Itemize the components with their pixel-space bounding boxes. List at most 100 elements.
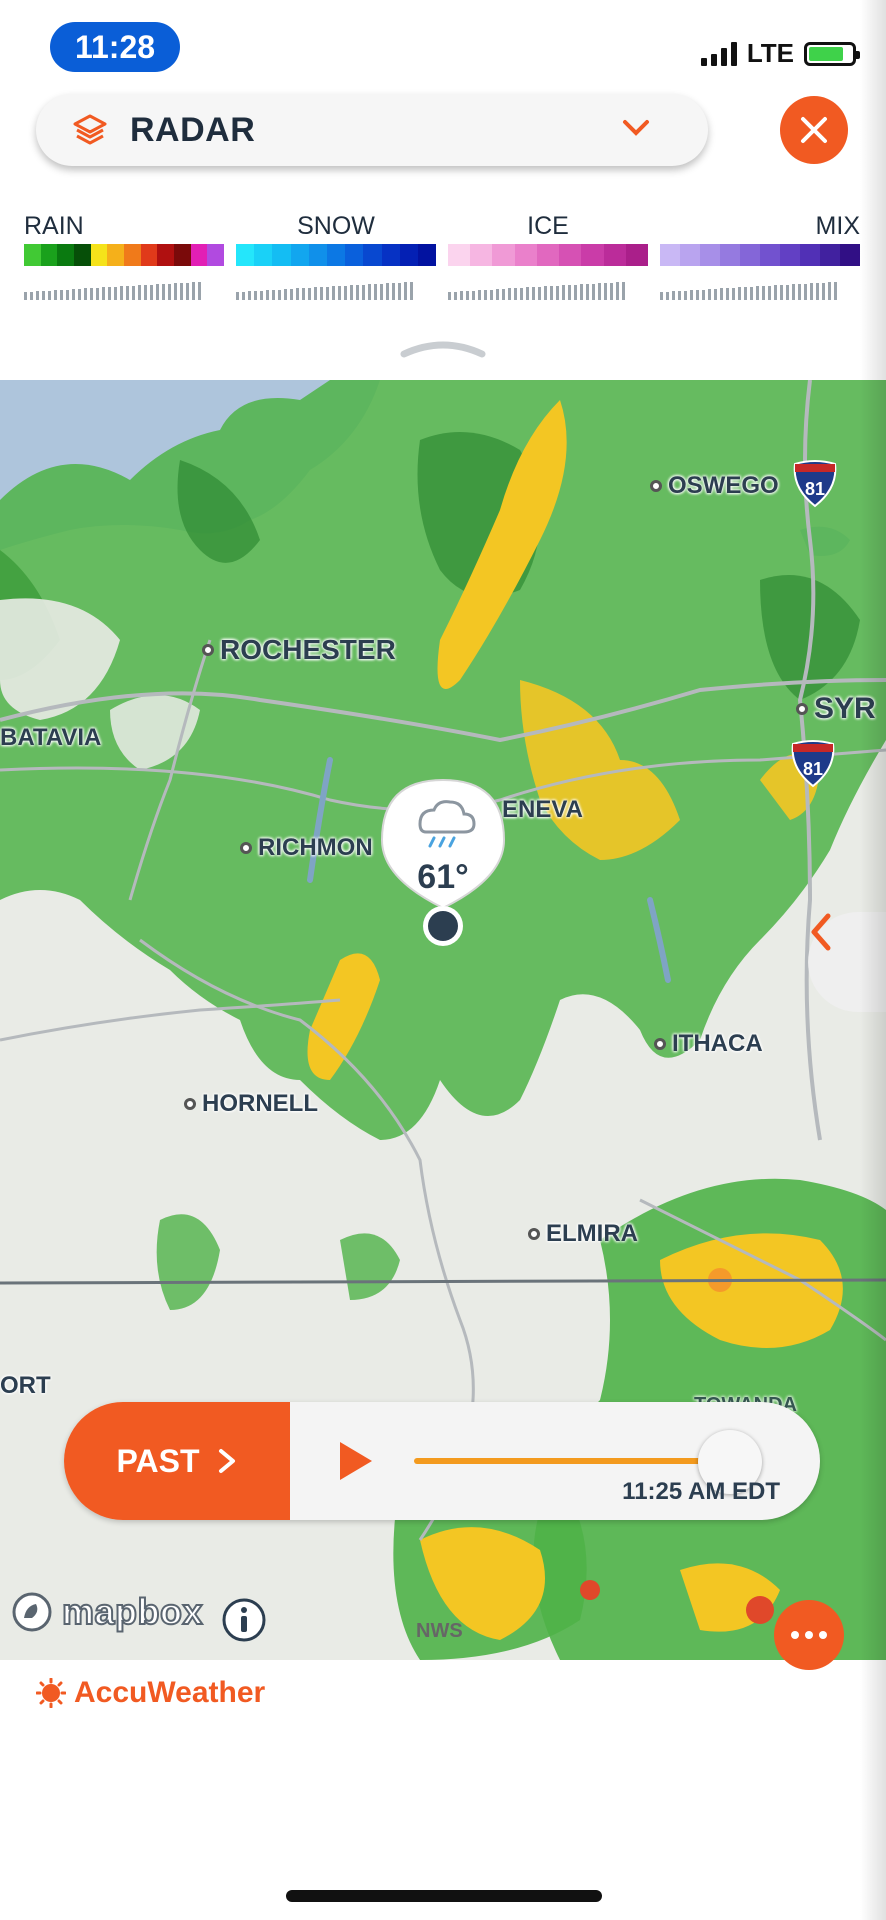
legend-swatch	[660, 244, 680, 266]
legend-swatch	[74, 244, 91, 266]
close-button[interactable]	[780, 96, 848, 164]
legend-tick	[374, 284, 377, 300]
legend-tick	[362, 285, 365, 300]
legend-tick	[562, 285, 565, 300]
status-bar: 11:28 LTE	[0, 0, 886, 90]
legend-tick	[744, 287, 747, 300]
legend-tick	[174, 283, 177, 300]
legend-tick	[66, 290, 69, 300]
home-indicator[interactable]	[286, 1890, 602, 1902]
legend-tick	[126, 286, 129, 300]
legend-tick	[520, 288, 523, 300]
legend-tick	[192, 282, 195, 300]
city-label: BATAVIA	[0, 724, 101, 752]
legend-tick	[490, 290, 493, 300]
legend-tick	[410, 282, 413, 300]
legend-swatch	[308, 244, 327, 266]
accuweather-brand: AccuWeather	[36, 1676, 265, 1710]
city-name: ENEVA	[502, 796, 583, 823]
chevron-down-icon	[623, 120, 649, 136]
mapbox-wordmark: mapbox	[61, 1590, 204, 1633]
city-label: ELMIRA	[528, 1220, 638, 1248]
legend-tick	[48, 291, 51, 300]
legend-tick	[356, 285, 359, 300]
legend-tick	[320, 287, 323, 300]
legend-swatch	[492, 244, 515, 266]
location-pin[interactable]: 61°	[378, 778, 508, 948]
legend-tick	[768, 286, 771, 300]
legend-tick	[798, 284, 801, 300]
legend-tick	[30, 292, 33, 300]
city-label: HORNELL	[184, 1090, 318, 1118]
legend-tick	[368, 284, 371, 300]
legend-tick	[726, 288, 729, 300]
layer-selector[interactable]: RADAR	[36, 94, 708, 166]
legend-tick	[586, 284, 589, 300]
legend-tick	[24, 292, 27, 300]
timeline-bar: PAST 11:25 AM EDT	[64, 1402, 820, 1520]
play-button[interactable]	[334, 1438, 376, 1484]
past-label: PAST	[116, 1442, 200, 1479]
timeline-progress-track[interactable]	[414, 1458, 714, 1464]
city-dot	[184, 1098, 196, 1110]
sun-logo-icon	[36, 1678, 66, 1708]
play-icon	[340, 1442, 372, 1480]
legend-tick	[484, 290, 487, 300]
legend-tick	[302, 288, 305, 300]
legend-tick	[538, 287, 541, 300]
legend-tick	[622, 282, 625, 300]
legend-tick	[260, 291, 263, 300]
legend-tick	[338, 286, 341, 300]
legend-tick	[108, 287, 111, 300]
legend-intensity-ticks	[448, 280, 648, 300]
edge-shadow	[860, 0, 886, 1920]
legend-tick	[198, 282, 201, 300]
legend-tick	[454, 292, 457, 300]
legend-tick	[732, 288, 735, 300]
legend-tick	[690, 290, 693, 300]
info-icon[interactable]	[220, 1596, 268, 1644]
legend-tick	[696, 290, 699, 300]
legend-swatch	[40, 244, 58, 266]
legend-swatch	[157, 244, 175, 266]
legend-tick	[162, 284, 165, 300]
mapbox-attribution[interactable]: mapbox	[10, 1590, 204, 1634]
legend-swatch	[625, 244, 648, 266]
legend-tick	[72, 289, 75, 300]
city-name: OSWEGO	[668, 472, 779, 499]
legend-tick	[460, 291, 463, 300]
legend-tick	[180, 283, 183, 300]
more-options-button[interactable]	[774, 1600, 844, 1670]
signal-icon	[700, 41, 737, 66]
legend-swatch	[581, 244, 604, 266]
legend-tick	[750, 287, 753, 300]
close-icon	[801, 117, 827, 143]
legend-tick	[786, 285, 789, 300]
battery-icon	[804, 41, 860, 66]
past-toggle-button[interactable]: PAST	[64, 1402, 290, 1520]
legend-tick	[756, 286, 759, 300]
legend-tick	[186, 283, 189, 300]
legend-tick	[678, 291, 681, 300]
legend-tick	[822, 283, 825, 300]
legend-swatch	[800, 244, 820, 266]
legend-tick	[96, 288, 99, 300]
legend-swatch	[680, 244, 700, 266]
legend-swatch	[107, 244, 125, 266]
legend-tick	[290, 289, 293, 300]
legend-swatch	[603, 244, 626, 266]
legend-tick	[60, 290, 63, 300]
legend-swatch	[740, 244, 760, 266]
legend-tick	[350, 285, 353, 300]
legend-tick	[574, 285, 577, 300]
city-dot	[240, 842, 252, 854]
legend-label-ice: ICE	[527, 212, 569, 240]
legend-swatch	[190, 244, 208, 266]
legend-collapse-handle[interactable]	[400, 340, 486, 358]
city-label: RICHMON	[240, 834, 373, 862]
legend-swatch	[124, 244, 141, 266]
legend-swatch	[326, 244, 346, 266]
legend-tick	[272, 290, 275, 300]
legend-tick	[702, 290, 705, 300]
legend-tick	[792, 284, 795, 300]
